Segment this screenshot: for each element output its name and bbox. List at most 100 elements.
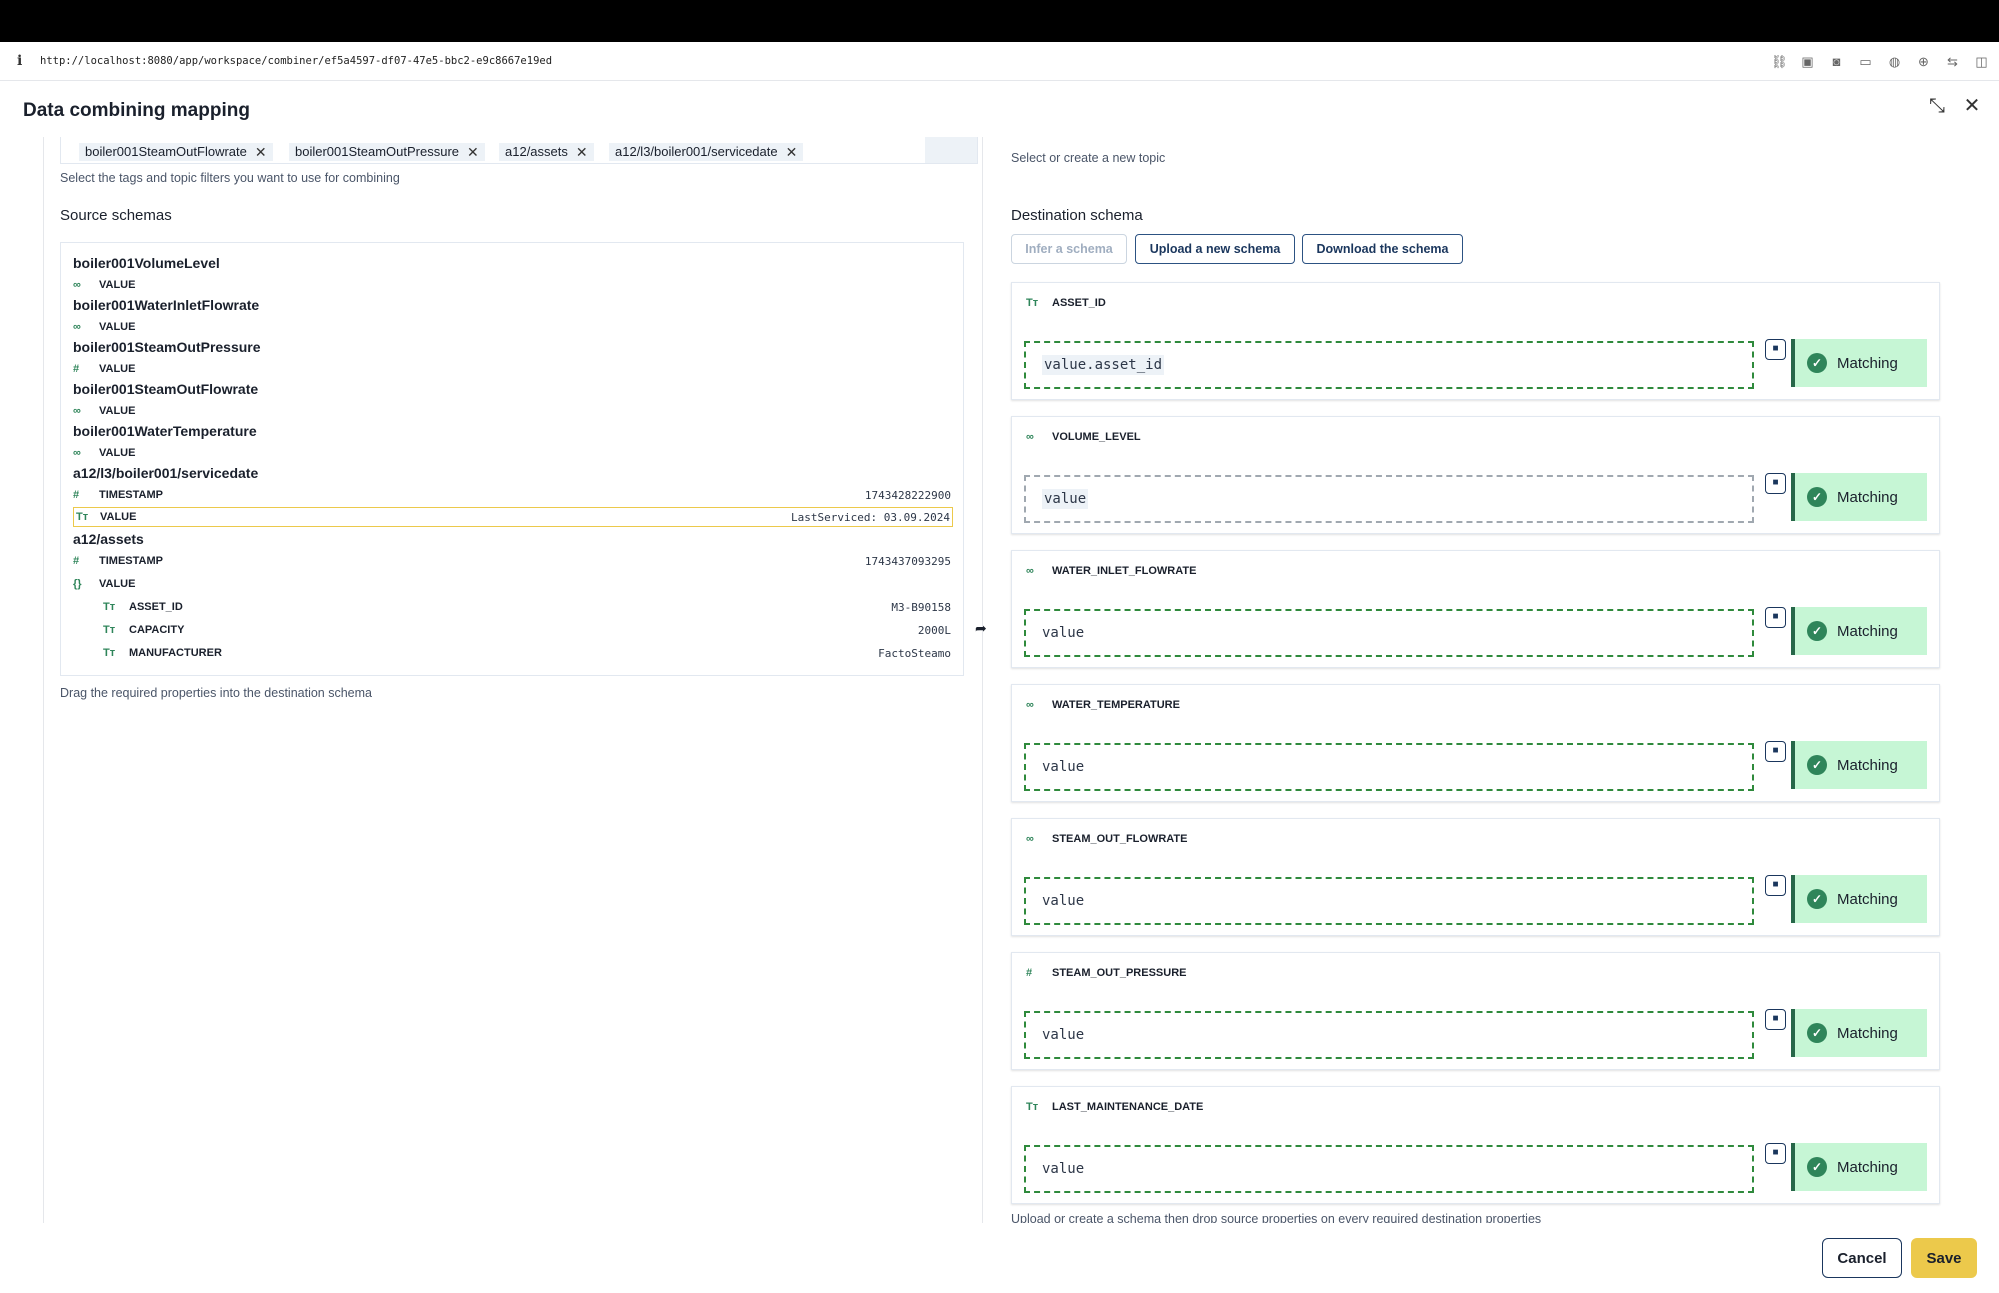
destination-property-name: VOLUME_LEVEL xyxy=(1052,431,1141,443)
destination-property-card: ∞ WATER_TEMPERATURE value ■ ✓ Matching xyxy=(1011,684,1940,802)
string-type-icon: Tт xyxy=(1026,1101,1039,1113)
property-name: VALUE xyxy=(99,321,136,333)
number-type-icon: ∞ xyxy=(73,321,81,333)
upload-schema-button[interactable]: Upload a new schema xyxy=(1135,234,1295,264)
mapping-drop-zone[interactable]: value xyxy=(1024,475,1754,523)
tag-selector[interactable]: boiler001SteamOutFlowrate ✕ boiler001Stea… xyxy=(60,137,978,164)
info-icon[interactable]: i xyxy=(17,53,40,69)
browser-toolbar: ⛓ ▣ ◙ ▭ ◍ ⊕ ⇆ ◫ xyxy=(1771,42,1989,81)
link-icon[interactable]: ⛓ xyxy=(1771,54,1788,69)
source-title: boiler001VolumeLevel xyxy=(73,255,220,271)
address-bar[interactable]: i http://localhost:8080/app/workspace/co… xyxy=(0,42,1999,81)
mapping-drop-zone[interactable]: value xyxy=(1024,1011,1754,1059)
globe-icon[interactable]: ◍ xyxy=(1887,54,1902,69)
topic-help-text: Select or create a new topic xyxy=(1011,151,1166,165)
number-type-icon: ∞ xyxy=(1026,833,1034,845)
source-property[interactable]: ∞ VALUE xyxy=(73,275,953,295)
property-name: VALUE xyxy=(100,511,137,523)
remove-tag-icon[interactable]: ✕ xyxy=(576,143,588,161)
destination-property-header: ∞ WATER_INLET_FLOWRATE xyxy=(1026,565,1196,577)
destination-property-header: ∞ STEAM_OUT_FLOWRATE xyxy=(1026,833,1187,845)
status-badge: ✓ Matching xyxy=(1791,741,1927,789)
status-badge: ✓ Matching xyxy=(1791,607,1927,655)
modal-title: Data combining mapping xyxy=(23,100,250,121)
property-name: TIMESTAMP xyxy=(99,555,163,567)
destination-property-name: ASSET_ID xyxy=(1052,297,1106,309)
modal-footer: Cancel Save xyxy=(0,1223,1999,1293)
source-title: a12/l3/boiler001/servicedate xyxy=(73,465,259,481)
download-schema-button[interactable]: Download the schema xyxy=(1302,234,1463,264)
source-property-selected[interactable]: Tт VALUE LastServiced: 03.09.2024 xyxy=(73,507,953,527)
trash-icon[interactable]: ■ xyxy=(1765,1009,1786,1030)
property-value: 2000L xyxy=(917,623,951,637)
folder-icon[interactable]: ▭ xyxy=(1858,54,1873,69)
modal-body[interactable]: boiler001SteamOutFlowrate ✕ boiler001Stea… xyxy=(0,137,1999,1223)
source-property[interactable]: {} VALUE xyxy=(73,574,953,594)
property-name: TIMESTAMP xyxy=(99,489,163,501)
collapse-icon[interactable]: ⤡ xyxy=(1925,94,1949,118)
destination-property-card: ∞ VOLUME_LEVEL value ■ ✓ Matching xyxy=(1011,416,1940,534)
trash-icon[interactable]: ■ xyxy=(1765,339,1786,360)
source-property[interactable]: Tт ASSET_ID M3-B90158 xyxy=(103,597,953,617)
source-property[interactable]: ∞ VALUE xyxy=(73,443,953,463)
source-property[interactable]: Tт CAPACITY 2000L xyxy=(103,620,953,640)
target-icon[interactable]: ⊕ xyxy=(1916,54,1931,69)
save-button[interactable]: Save xyxy=(1911,1238,1977,1278)
remove-tag-icon[interactable]: ✕ xyxy=(255,143,267,161)
source-title: boiler001WaterInletFlowrate xyxy=(73,297,260,313)
tag-dropdown-toggle[interactable] xyxy=(925,137,977,163)
mapping-drop-zone[interactable]: value xyxy=(1024,743,1754,791)
destination-property-card: ∞ STEAM_OUT_FLOWRATE value ■ ✓ Matching xyxy=(1011,818,1940,936)
destination-property-card: # STEAM_OUT_PRESSURE value ■ ✓ Matching xyxy=(1011,952,1940,1070)
number-type-icon: ∞ xyxy=(73,447,81,459)
tag-chip: boiler001SteamOutFlowrate ✕ xyxy=(79,143,273,161)
destination-property-name: STEAM_OUT_PRESSURE xyxy=(1052,967,1187,979)
source-property[interactable]: # TIMESTAMP 1743437093295 xyxy=(73,551,953,571)
property-name: VALUE xyxy=(99,447,136,459)
mapping-drop-zone[interactable]: value.asset_id xyxy=(1024,341,1754,389)
close-icon[interactable]: ✕ xyxy=(1960,94,1984,118)
string-type-icon: Tт xyxy=(103,624,116,636)
trash-icon[interactable]: ■ xyxy=(1765,875,1786,896)
trash-icon[interactable]: ■ xyxy=(1765,741,1786,762)
property-name: VALUE xyxy=(99,578,136,590)
status-badge: ✓ Matching xyxy=(1791,1009,1927,1057)
trash-icon[interactable]: ■ xyxy=(1765,607,1786,628)
check-circle-icon: ✓ xyxy=(1807,755,1827,775)
property-value: M3-B90158 xyxy=(891,600,951,614)
infer-schema-button[interactable]: Infer a schema xyxy=(1011,234,1127,264)
mapping-drop-zone[interactable]: value xyxy=(1024,609,1754,657)
sidebar-icon[interactable]: ◫ xyxy=(1974,54,1989,69)
tag-chip: boiler001SteamOutPressure ✕ xyxy=(289,143,485,161)
mapping-drop-zone[interactable]: value xyxy=(1024,1145,1754,1193)
code-icon[interactable]: ⇆ xyxy=(1945,54,1960,69)
status-badge: ✓ Matching xyxy=(1791,473,1927,521)
source-property[interactable]: ∞ VALUE xyxy=(73,401,953,421)
mapping-drop-zone[interactable]: value xyxy=(1024,877,1754,925)
check-circle-icon: ✓ xyxy=(1807,889,1827,909)
destination-property-name: WATER_TEMPERATURE xyxy=(1052,699,1180,711)
check-circle-icon: ✓ xyxy=(1807,1157,1827,1177)
destination-property-card: Tт LAST_MAINTENANCE_DATE value ■ ✓ Matchi… xyxy=(1011,1086,1940,1204)
trash-icon[interactable]: ■ xyxy=(1765,473,1786,494)
trash-icon[interactable]: ■ xyxy=(1765,1143,1786,1164)
source-property[interactable]: # VALUE xyxy=(73,359,953,379)
destination-property-header: Tт ASSET_ID xyxy=(1026,297,1106,309)
integer-type-icon: # xyxy=(73,363,80,375)
source-title: a12/assets xyxy=(73,531,144,547)
destination-property-name: LAST_MAINTENANCE_DATE xyxy=(1052,1101,1204,1113)
save-icon[interactable]: ▣ xyxy=(1800,54,1815,69)
source-property[interactable]: Tт MANUFACTURER FactoSteamo xyxy=(103,643,953,663)
url-text[interactable]: http://localhost:8080/app/workspace/comb… xyxy=(40,55,552,67)
remove-tag-icon[interactable]: ✕ xyxy=(786,143,798,161)
remove-tag-icon[interactable]: ✕ xyxy=(467,143,479,161)
tag-label: boiler001SteamOutPressure xyxy=(295,144,460,159)
number-type-icon: ∞ xyxy=(1026,699,1034,711)
camera-icon[interactable]: ◙ xyxy=(1829,54,1844,69)
status-label: Matching xyxy=(1837,1024,1898,1042)
source-property[interactable]: ∞ VALUE xyxy=(73,317,953,337)
source-property[interactable]: # TIMESTAMP 1743428222900 xyxy=(73,485,953,505)
cancel-button[interactable]: Cancel xyxy=(1822,1238,1902,1278)
mapping-value: value xyxy=(1042,759,1085,775)
number-type-icon: ∞ xyxy=(1026,431,1034,443)
